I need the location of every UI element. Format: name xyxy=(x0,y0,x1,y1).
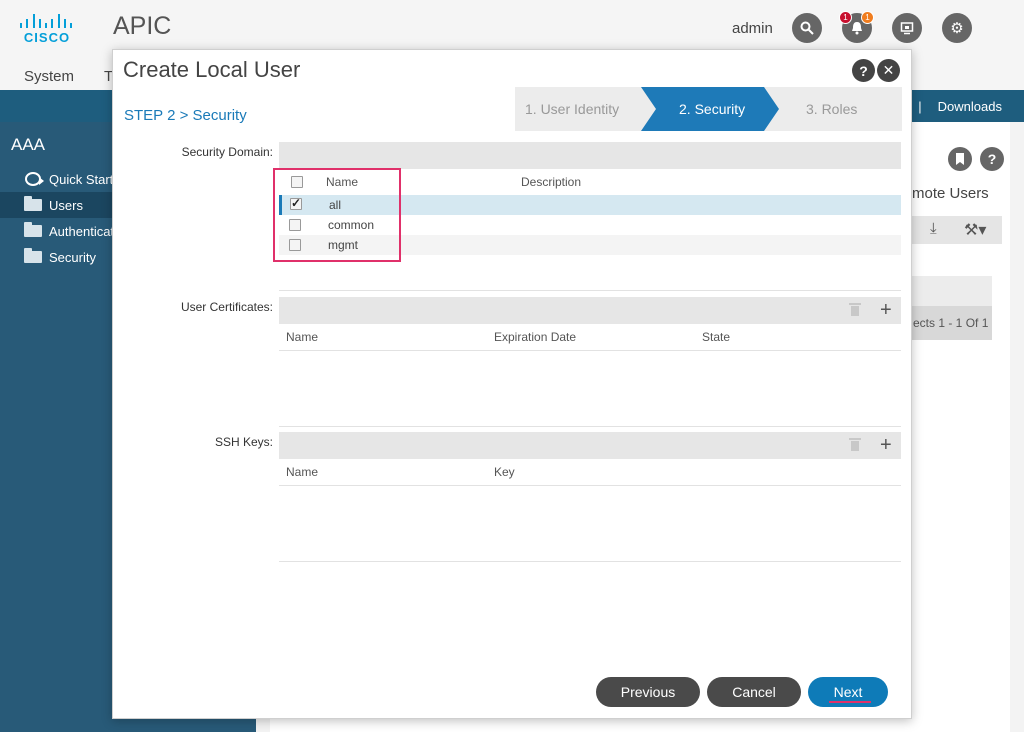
bookmark-button[interactable] xyxy=(948,147,972,171)
wizard-step-user-identity[interactable]: 1. User Identity xyxy=(525,87,619,131)
delete-certificate-icon[interactable] xyxy=(849,303,861,317)
settings-button[interactable]: ⚙ xyxy=(942,13,972,43)
user-menu[interactable]: admin xyxy=(732,20,773,37)
bookmark-icon xyxy=(956,153,964,165)
cancel-button[interactable]: Cancel xyxy=(707,677,801,707)
close-icon: ✕ xyxy=(882,62,895,78)
panel-toolbar: ⤓ ⚒▾ xyxy=(912,216,1002,244)
sidebar-item-label: Quick Start xyxy=(49,171,114,187)
pager-text: ects 1 - 1 Of 1 xyxy=(912,306,992,340)
divider xyxy=(279,561,901,562)
help-button[interactable]: ? xyxy=(980,147,1004,171)
column-header-name[interactable]: Name xyxy=(286,465,318,479)
wizard-step-roles[interactable]: 3. Roles xyxy=(806,87,857,131)
sub-nav-separator: | xyxy=(918,98,922,114)
delete-ssh-key-icon[interactable] xyxy=(849,438,861,452)
ssh-keys-label: SSH Keys: xyxy=(214,435,273,449)
wizard-steps: 1. User Identity 2. Security 3. Roles xyxy=(515,87,902,131)
sidebar-item-label: Security xyxy=(49,249,96,265)
help-icon: ? xyxy=(859,62,868,79)
notifications-button[interactable]: 1 1 xyxy=(839,11,874,43)
search-icon xyxy=(800,21,814,35)
column-header-description[interactable]: Description xyxy=(521,175,581,189)
cisco-logo: CISCO xyxy=(20,12,74,45)
dialog-title: Create Local User xyxy=(123,57,301,82)
divider xyxy=(279,426,901,427)
cisco-logo-bars xyxy=(20,12,72,28)
cisco-logo-text: CISCO xyxy=(23,30,71,45)
user-certificates-toolbar xyxy=(279,297,901,324)
tab-system[interactable]: System xyxy=(24,68,74,85)
divider xyxy=(279,290,901,291)
security-domain-toolbar xyxy=(279,142,901,169)
monitor-icon xyxy=(900,22,914,35)
monitor-button[interactable] xyxy=(892,13,922,43)
add-ssh-key-icon[interactable]: + xyxy=(880,435,892,455)
sidebar-title: AAA xyxy=(11,135,46,154)
create-local-user-dialog: Create Local User ? ✕ STEP 2 > Security … xyxy=(112,49,912,719)
security-domain-label: Security Domain: xyxy=(181,145,273,159)
folder-icon xyxy=(24,222,42,238)
dialog-help-button[interactable]: ? xyxy=(852,59,875,82)
add-certificate-icon[interactable]: + xyxy=(880,300,892,320)
wizard-step-security[interactable]: 2. Security xyxy=(679,87,745,131)
previous-button[interactable]: Previous xyxy=(596,677,700,707)
dialog-close-button[interactable]: ✕ xyxy=(877,59,900,82)
bell-icon xyxy=(852,22,862,35)
download-icon[interactable]: ⤓ xyxy=(930,220,937,237)
gear-icon: ⚙ xyxy=(950,20,964,37)
ssh-keys-toolbar xyxy=(279,432,901,459)
divider xyxy=(279,350,901,351)
help-icon: ? xyxy=(987,151,997,167)
app-title: APIC xyxy=(113,12,172,40)
fault-badge: 1 xyxy=(839,11,852,24)
step-label: STEP 2 > Security xyxy=(124,107,247,124)
sidebar-item-label: Users xyxy=(49,197,83,213)
column-header-key[interactable]: Key xyxy=(494,465,515,479)
annotation-underline xyxy=(829,701,871,703)
column-header-name[interactable]: Name xyxy=(286,330,318,344)
folder-icon xyxy=(24,196,42,212)
user-certificates-label: User Certificates: xyxy=(180,300,273,314)
panel-heading: mote Users xyxy=(912,185,989,202)
column-header-expiration-date[interactable]: Expiration Date xyxy=(494,330,576,344)
downloads-link[interactable]: Downloads xyxy=(938,99,1002,114)
sidebar-item-label: Authenticati xyxy=(49,223,117,239)
panel-table-header xyxy=(912,276,992,306)
column-header-state[interactable]: State xyxy=(702,330,730,344)
sub-nav-links: | Downloads xyxy=(918,90,1024,122)
folder-icon xyxy=(24,248,42,264)
divider xyxy=(279,485,901,486)
annotation-highlight-box xyxy=(273,168,401,262)
alert-badge: 1 xyxy=(861,11,874,24)
search-button[interactable] xyxy=(792,13,822,43)
tools-icon[interactable]: ⚒▾ xyxy=(964,220,986,240)
quick-start-icon xyxy=(24,172,44,186)
